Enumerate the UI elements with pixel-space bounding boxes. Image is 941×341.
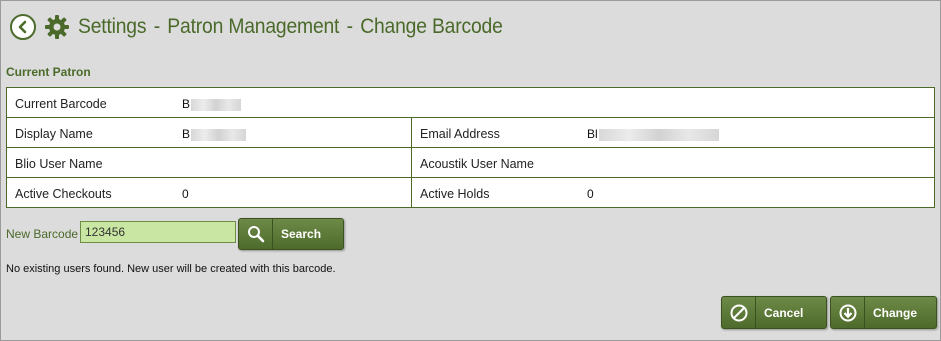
cancel-icon [722, 297, 756, 328]
page-title: Settings - Patron Management - Change Barcod… [78, 15, 503, 39]
redacted-text [598, 128, 719, 141]
column-divider [411, 118, 412, 147]
redacted-text [191, 128, 247, 141]
status-message: No existing users found. New user will b… [6, 263, 336, 275]
cancel-button[interactable]: Cancel [721, 296, 827, 329]
breadcrumb-separator: - [153, 15, 160, 38]
search-button-label: Search [281, 227, 322, 241]
back-arrow-icon [18, 20, 27, 34]
change-button-label: Change [873, 305, 918, 320]
email-label: Email Address [420, 127, 500, 141]
column-divider [411, 148, 412, 177]
blio-user-name-label: Blio User Name [15, 157, 103, 171]
search-icon [239, 219, 273, 249]
table-row: Active Checkouts 0 Active Holds 0 [7, 178, 934, 208]
change-button[interactable]: Change [830, 296, 937, 329]
acoustik-user-name-label: Acoustik User Name [420, 157, 534, 171]
table-row: Display Name B Email Address Bl [7, 118, 934, 148]
download-arrow-icon [831, 297, 865, 328]
active-checkouts-value: 0 [182, 187, 189, 201]
new-barcode-input[interactable] [80, 221, 236, 243]
display-name-value: B [182, 127, 247, 141]
table-row: Blio User Name Acoustik User Name [7, 148, 934, 178]
current-barcode-label: Current Barcode [15, 97, 107, 111]
patron-details-table: Current Barcode B Display Name B Email A… [6, 87, 935, 208]
display-name-label: Display Name [15, 127, 93, 141]
active-holds-label: Active Holds [420, 187, 490, 201]
section-label: Current Patron [6, 65, 91, 79]
redacted-text [191, 98, 242, 111]
back-button[interactable] [10, 14, 36, 40]
table-row: Current Barcode B [7, 88, 934, 118]
breadcrumb-separator: - [346, 15, 353, 38]
gear-icon [44, 14, 70, 40]
active-holds-value: 0 [587, 187, 594, 201]
breadcrumb-patron-management: Patron Management [167, 15, 340, 38]
new-barcode-label: New Barcode [6, 227, 79, 241]
breadcrumb-settings: Settings [78, 15, 147, 38]
breadcrumb-change-barcode: Change Barcode [360, 15, 503, 38]
active-checkouts-label: Active Checkouts [15, 187, 112, 201]
cancel-button-label: Cancel [764, 305, 804, 320]
column-divider [411, 178, 412, 208]
email-value: Bl [587, 127, 719, 141]
page-header: Settings - Patron Management - Change Barcod… [10, 10, 540, 44]
search-button[interactable]: Search [238, 218, 344, 250]
current-barcode-value: B [182, 97, 242, 111]
